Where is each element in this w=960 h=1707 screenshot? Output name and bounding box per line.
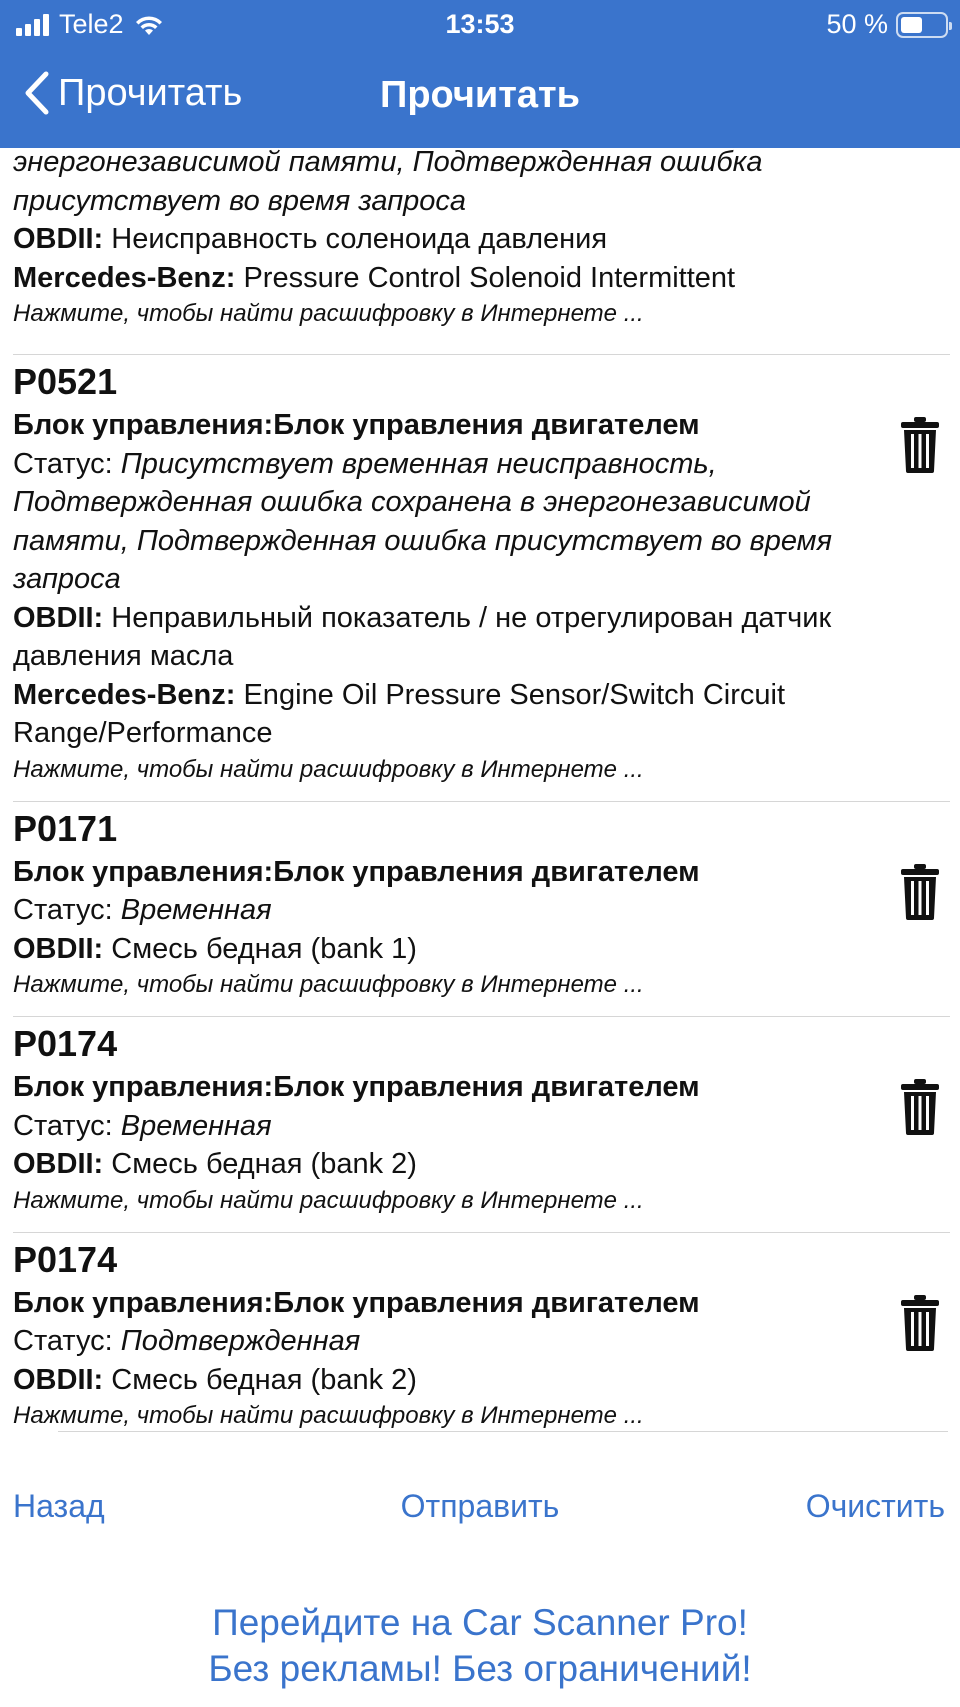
error-code: P0174 bbox=[13, 1023, 118, 1064]
search-hint-link[interactable]: Нажмите, чтобы найти расшифровку в Интер… bbox=[13, 1399, 947, 1433]
list-bottom-separator bbox=[58, 1431, 948, 1432]
row-separator bbox=[13, 800, 950, 802]
back-button[interactable]: Назад bbox=[13, 1488, 105, 1525]
list-item[interactable]: P0171 Блок управления:Блок управления дв… bbox=[0, 800, 960, 1017]
obd-label: OBDII: bbox=[13, 1148, 104, 1180]
nav-bar: Прочитать Прочитать bbox=[0, 52, 960, 148]
status-line: Статус: Подтвержденная bbox=[13, 1322, 947, 1361]
obd-description: OBDII: Смесь бедная (bank 1) bbox=[13, 930, 947, 969]
search-hint-link[interactable]: Нажмите, чтобы найти расшифровку в Интер… bbox=[13, 297, 947, 331]
send-button[interactable]: Отправить bbox=[401, 1488, 560, 1524]
obd-text: Неисправность соленоида давления bbox=[111, 223, 608, 255]
obd-label: OBDII: bbox=[13, 223, 104, 255]
status-line: Статус: Присутствует временная неисправн… bbox=[13, 445, 947, 599]
search-hint-link[interactable]: Нажмите, чтобы найти расшифровку в Интер… bbox=[13, 753, 947, 787]
row-separator bbox=[13, 1231, 950, 1233]
status-label: Статус: bbox=[13, 447, 113, 480]
status-bar: Tele2 13:53 50 % bbox=[0, 0, 960, 52]
trash-icon[interactable] bbox=[900, 1078, 940, 1136]
promo-line1: Перейдите на Car Scanner Pro! bbox=[212, 1602, 748, 1643]
status-label: Статус: bbox=[13, 894, 113, 926]
status-value: энергонезависимой памяти, Подтвержденная… bbox=[13, 148, 763, 178]
list-item[interactable]: P0174 Блок управления:Блок управления дв… bbox=[0, 1016, 960, 1232]
obd-text: Смесь бедная (bank 1) bbox=[111, 932, 417, 965]
module-name: Блок управления:Блок управления двигател… bbox=[13, 1286, 700, 1319]
status-label: Статус: bbox=[13, 1325, 113, 1357]
status-value: Подтвержденная bbox=[120, 1325, 361, 1357]
error-code: P0174 bbox=[13, 1238, 118, 1280]
obd-label: OBDII: bbox=[13, 1363, 104, 1396]
status-right: 50 % bbox=[826, 9, 952, 40]
back-nav-label: Прочитать bbox=[58, 71, 243, 114]
mb-text: Pressure Control Solenoid Intermittent bbox=[243, 261, 736, 294]
status-label: Статус: bbox=[13, 1109, 113, 1142]
obd-description: OBDII: Смесь бедная (bank 2) bbox=[13, 1145, 947, 1184]
obd-text: Смесь бедная (bank 2) bbox=[111, 1148, 417, 1180]
search-hint-link[interactable]: Нажмите, чтобы найти расшифровку в Интер… bbox=[13, 968, 947, 1002]
obd-text: Неправильный показатель / не отрегулиров… bbox=[13, 601, 832, 673]
status-value: присутствует во время запроса bbox=[13, 184, 467, 217]
list-item[interactable]: P0521 Блок управления:Блок управления дв… bbox=[0, 354, 960, 801]
obd-text: Смесь бедная (bank 2) bbox=[111, 1363, 417, 1396]
pro-upgrade-link[interactable]: Перейдите на Car Scanner Pro! Без реклам… bbox=[0, 1600, 960, 1692]
status-line: Статус: Временная bbox=[13, 891, 947, 930]
error-code: P0171 bbox=[13, 807, 118, 849]
trash-icon[interactable] bbox=[900, 416, 940, 474]
action-bar: Назад Отправить Очистить bbox=[0, 1488, 960, 1538]
battery-level bbox=[901, 16, 922, 33]
obd-description: OBDII: Неправильный показатель / не отре… bbox=[13, 599, 947, 676]
status-value: Временная bbox=[120, 894, 272, 926]
status-value: Присутствует временная неисправность, По… bbox=[13, 447, 833, 596]
obd-label: OBDII: bbox=[13, 932, 104, 965]
module-name: Блок управления:Блок управления двигател… bbox=[13, 409, 700, 441]
obd-description: OBDII: Неисправность соленоида давления bbox=[13, 220, 947, 259]
app-header: Tele2 13:53 50 % Прочитать Прочитать bbox=[0, 0, 960, 148]
mb-description: Mercedes-Benz: Engine Oil Pressure Senso… bbox=[13, 676, 947, 753]
clear-button[interactable]: Очистить bbox=[806, 1488, 945, 1525]
mb-label: Mercedes-Benz: bbox=[13, 678, 236, 711]
chevron-left-icon bbox=[25, 71, 49, 115]
row-separator bbox=[13, 354, 950, 355]
battery-percent: 50 % bbox=[826, 9, 888, 39]
search-hint-link[interactable]: Нажмите, чтобы найти расшифровку в Интер… bbox=[13, 1184, 947, 1218]
obd-label: OBDII: bbox=[13, 601, 104, 634]
status-value: Временная bbox=[120, 1109, 272, 1142]
row-separator bbox=[13, 1016, 950, 1017]
status-line: Статус: Временная bbox=[13, 1107, 947, 1146]
obd-description: OBDII: Смесь бедная (bank 2) bbox=[13, 1361, 947, 1400]
mb-description: Mercedes-Benz: Pressure Control Solenoid… bbox=[13, 259, 947, 298]
error-code: P0521 bbox=[13, 361, 118, 402]
error-list: энергонезависимой памяти, Подтвержденная… bbox=[0, 148, 960, 1447]
promo-line2: Без рекламы! Без ограничений! bbox=[208, 1648, 752, 1689]
trash-icon[interactable] bbox=[900, 1294, 940, 1352]
list-item-wrapper: P0521 Блок управления:Блок управления дв… bbox=[13, 354, 960, 801]
module-name: Блок управления:Блок управления двигател… bbox=[13, 1071, 700, 1103]
list-item-partial[interactable]: энергонезависимой памяти, Подтвержденная… bbox=[0, 148, 960, 354]
list-item[interactable]: P0174 Блок управления:Блок управления дв… bbox=[0, 1231, 960, 1448]
back-nav-button[interactable]: Прочитать bbox=[22, 70, 242, 116]
battery-icon bbox=[896, 11, 952, 38]
module-name: Блок управления:Блок управления двигател… bbox=[13, 855, 700, 888]
mb-label: Mercedes-Benz: bbox=[13, 261, 236, 294]
trash-icon[interactable] bbox=[900, 863, 940, 921]
status-time: 13:53 bbox=[445, 9, 515, 39]
